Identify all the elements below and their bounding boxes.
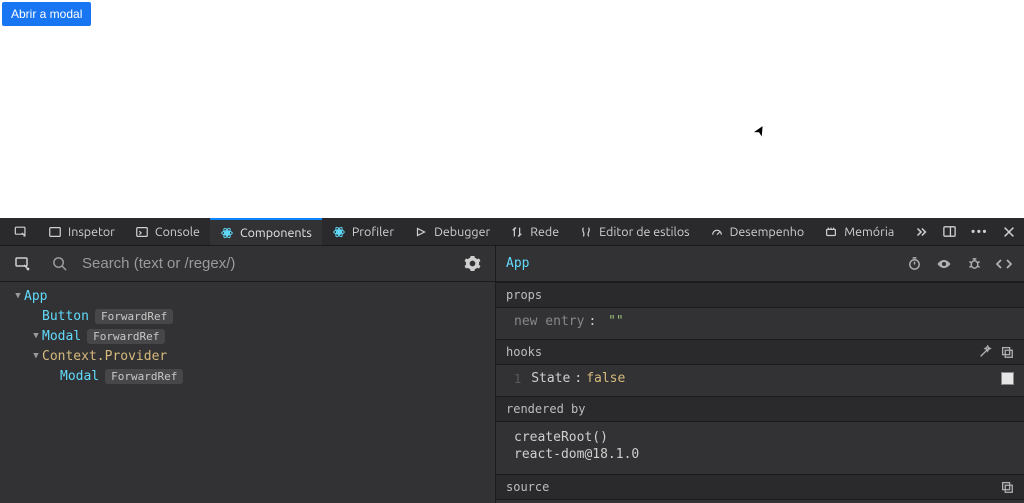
source-header-label: source <box>506 480 549 494</box>
rendered-by-body: createRoot() react-dom@18.1.0 <box>496 422 1024 474</box>
tab-components[interactable]: Components <box>210 218 322 245</box>
wand-icon <box>978 345 992 359</box>
search-input[interactable] <box>82 255 449 272</box>
caret-down-icon[interactable]: ▼ <box>12 291 24 301</box>
copy-icon <box>1000 480 1014 494</box>
devtools-tabstrip: Inspetor Console Components Profiler Deb… <box>0 218 1024 246</box>
react-icon <box>220 226 234 240</box>
caret-down-icon[interactable]: ▼ <box>30 351 42 361</box>
tree-node[interactable]: Modal ForwardRef <box>8 366 487 386</box>
tree-node-pill: ForwardRef <box>95 309 173 324</box>
tab-label: Desempenho <box>730 225 805 239</box>
hooks-wand-button[interactable] <box>978 345 992 359</box>
caret-down-icon[interactable]: ▼ <box>30 331 42 341</box>
select-cursor-icon <box>14 255 32 273</box>
hook-checkbox[interactable] <box>1001 372 1014 385</box>
debug-toggle-button[interactable] <box>964 254 984 274</box>
close-devtools-button[interactable] <box>998 221 1020 243</box>
select-in-page-button[interactable] <box>10 251 36 277</box>
component-tree[interactable]: ▼AppButtonForwardRef▼ModalForwardRef▼Con… <box>0 282 496 503</box>
dock-icon <box>942 224 957 239</box>
copy-icon <box>1000 345 1014 359</box>
mouse-cursor-icon: ➤ <box>750 121 771 140</box>
tab-debugger[interactable]: Debugger <box>404 218 500 245</box>
tree-node[interactable]: Button ForwardRef <box>8 306 487 326</box>
hook-key: State <box>531 371 570 386</box>
debugger-icon <box>414 225 428 239</box>
dock-position-button[interactable] <box>938 221 960 243</box>
tree-node-label: Button <box>42 309 89 324</box>
rendered-by-line[interactable]: createRoot() <box>514 430 1014 445</box>
view-source-button[interactable] <box>994 254 1014 274</box>
tree-node-label: Modal <box>60 369 99 384</box>
tab-label: Console <box>155 225 200 239</box>
search-icon <box>46 251 72 277</box>
close-icon <box>1002 225 1016 239</box>
more-options-button[interactable]: ••• <box>968 221 990 243</box>
react-icon <box>332 225 346 239</box>
props-body: new entry: "" <box>496 308 1024 339</box>
hook-line-number: 1 <box>514 372 521 386</box>
tree-node-label: Context.Provider <box>42 349 167 364</box>
tab-label: Debugger <box>434 225 490 239</box>
source-header: source <box>496 474 1024 500</box>
tabs-overflow-button[interactable] <box>904 218 938 245</box>
eye-icon <box>936 256 952 272</box>
chevrons-right-icon <box>914 225 928 239</box>
tree-node-pill: ForwardRef <box>105 369 183 384</box>
code-icon <box>996 256 1012 272</box>
selected-component-name: App <box>506 256 529 271</box>
tab-profiler[interactable]: Profiler <box>322 218 404 245</box>
app-preview-area: Abrir a modal ➤ <box>0 0 1024 218</box>
tab-network[interactable]: Rede <box>500 218 569 245</box>
hooks-copy-button[interactable] <box>1000 345 1014 359</box>
pick-element-button[interactable] <box>4 218 38 245</box>
inspect-dom-button[interactable] <box>934 254 954 274</box>
tree-node-pill: ForwardRef <box>87 329 165 344</box>
rendered-by-line[interactable]: react-dom@18.1.0 <box>514 447 1014 462</box>
inspector-icon <box>48 225 62 239</box>
suspense-toggle-button[interactable] <box>904 254 924 274</box>
settings-button[interactable] <box>459 251 485 277</box>
hook-value[interactable]: false <box>586 371 625 386</box>
devtools-panel: Inspetor Console Components Profiler Deb… <box>0 218 1024 503</box>
tree-node[interactable]: ▼Context.Provider <box>8 346 487 366</box>
console-icon <box>135 225 149 239</box>
style-editor-icon <box>579 225 593 239</box>
hooks-body: 1 State: false <box>496 365 1024 396</box>
bug-icon <box>967 256 982 271</box>
tree-node[interactable]: ▼Modal ForwardRef <box>8 326 487 346</box>
rendered-by-header: rendered by <box>496 396 1024 422</box>
source-copy-button[interactable] <box>1000 480 1014 494</box>
memory-icon <box>824 225 838 239</box>
tab-label: Inspetor <box>68 225 115 239</box>
props-header: props <box>496 282 1024 308</box>
tree-node-label: App <box>24 289 47 304</box>
hooks-header: hooks <box>496 339 1024 365</box>
performance-icon <box>710 225 724 239</box>
tab-label: Rede <box>530 225 559 239</box>
component-details: props new entry: "" hooks 1 State: false… <box>496 282 1024 503</box>
stopwatch-icon <box>907 256 922 271</box>
props-new-entry-key[interactable]: new entry <box>514 314 584 329</box>
ellipsis-icon: ••• <box>971 225 988 239</box>
hooks-header-label: hooks <box>506 345 542 359</box>
tab-label: Components <box>240 226 312 240</box>
tab-inspector[interactable]: Inspetor <box>38 218 125 245</box>
tab-label: Profiler <box>352 225 394 239</box>
open-modal-button[interactable]: Abrir a modal <box>2 2 91 26</box>
tree-node[interactable]: ▼App <box>8 286 487 306</box>
tab-console[interactable]: Console <box>125 218 210 245</box>
tree-node-label: Modal <box>42 329 81 344</box>
tab-performance[interactable]: Desempenho <box>700 218 815 245</box>
tab-label: Memória <box>844 225 894 239</box>
props-new-entry-value[interactable]: "" <box>608 314 624 329</box>
tab-memory[interactable]: Memória <box>814 218 904 245</box>
tab-label: Editor de estilos <box>599 225 689 239</box>
gear-icon <box>464 255 481 272</box>
components-toolbar: App <box>0 246 1024 282</box>
network-icon <box>510 225 524 239</box>
pick-element-icon <box>14 225 28 239</box>
tab-style-editor[interactable]: Editor de estilos <box>569 218 699 245</box>
